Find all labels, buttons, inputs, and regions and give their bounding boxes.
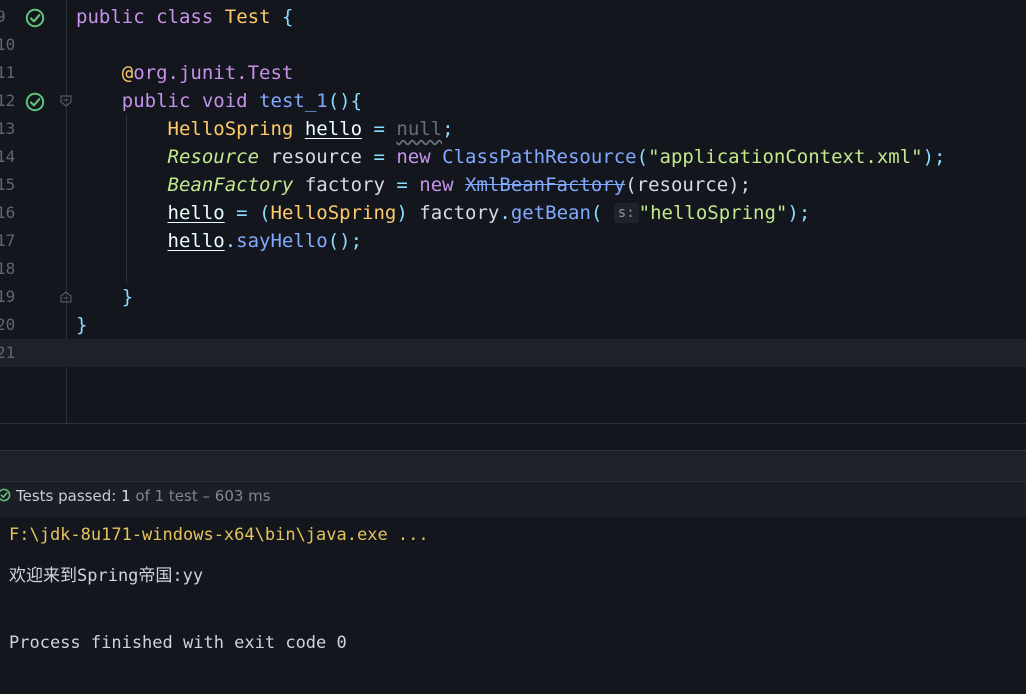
code-line-12[interactable]: 12 public void test_1(){ [0, 87, 1026, 115]
line-number: 11 [0, 63, 16, 82]
run-console[interactable]: F:\jdk-8u171-windows-x64\bin\java.exe ..… [0, 517, 1026, 694]
line-number: 12 [0, 91, 16, 110]
line-number: 9 [0, 7, 6, 26]
code-line-18[interactable]: 18 [0, 255, 1026, 283]
fold-marker-icon[interactable] [60, 95, 72, 107]
console-output-line: 欢迎来到Spring帝国:yy [9, 566, 204, 586]
editor-bottom-divider [0, 423, 1026, 424]
code-text: } [121, 286, 134, 308]
test-status-text: Tests passed: 1 of 1 test – 603 ms [16, 487, 271, 505]
code-line-21[interactable]: 21 [0, 339, 1026, 367]
run-test-check-icon[interactable] [25, 8, 45, 28]
code-text: BeanFactory factory = new XmlBeanFactory… [167, 174, 752, 196]
code-line-17[interactable]: 17 hello.sayHello(); [0, 227, 1026, 255]
code-text: hello = (HelloSpring) factory.getBean( s… [167, 202, 811, 224]
code-line-10[interactable]: 10 [0, 31, 1026, 59]
test-status-bar: Tests passed: 1 of 1 test – 603 ms [0, 481, 1026, 518]
code-line-9[interactable]: 9 public class Test { [0, 3, 1026, 31]
code-line-14[interactable]: 14 Resource resource = new ClassPathReso… [0, 143, 1026, 171]
code-text: public void test_1(){ [121, 90, 363, 112]
tool-window-header[interactable] [0, 450, 1026, 482]
console-exit-line: Process finished with exit code 0 [9, 633, 347, 653]
line-number: 14 [0, 147, 16, 166]
code-text: Resource resource = new ClassPathResourc… [167, 146, 946, 168]
code-line-16[interactable]: 16 hello = (HelloSpring) factory.getBean… [0, 199, 1026, 227]
code-editor[interactable]: 9 public class Test { 10 11 @org.junit.T… [0, 0, 1026, 424]
code-line-15[interactable]: 15 BeanFactory factory = new XmlBeanFact… [0, 171, 1026, 199]
code-text: public class Test { [76, 6, 294, 28]
check-icon [0, 488, 11, 502]
code-text: hello.sayHello(); [167, 230, 363, 252]
console-command-line[interactable]: F:\jdk-8u171-windows-x64\bin\java.exe ..… [9, 525, 429, 545]
run-test-check-icon[interactable] [25, 92, 45, 112]
code-line-20[interactable]: 20 } [0, 311, 1026, 339]
code-text: HelloSpring hello = null; [167, 118, 454, 140]
line-number: 20 [0, 315, 16, 334]
code-line-11[interactable]: 11 @org.junit.Test [0, 59, 1026, 87]
line-number: 13 [0, 119, 16, 138]
line-number: 18 [0, 259, 16, 278]
code-line-13[interactable]: 13 HelloSpring hello = null; [0, 115, 1026, 143]
line-number: 17 [0, 231, 16, 250]
parameter-hint: s: [613, 203, 639, 223]
fold-marker-icon[interactable] [60, 291, 72, 303]
line-number: 15 [0, 175, 16, 194]
code-line-19[interactable]: 19 } [0, 283, 1026, 311]
line-number: 16 [0, 203, 16, 222]
line-number: 21 [0, 343, 16, 362]
line-number: 10 [0, 35, 16, 54]
code-text: @org.junit.Test [121, 62, 294, 84]
code-text: } [76, 314, 88, 336]
line-number: 19 [0, 287, 16, 306]
